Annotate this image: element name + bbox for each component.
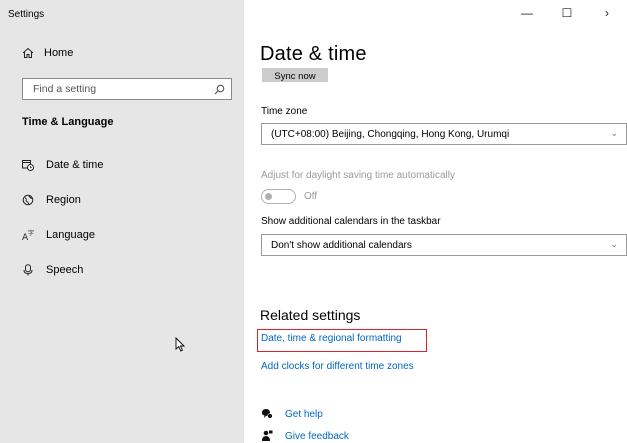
dst-toggle-label: Off (304, 191, 318, 202)
give-feedback-link[interactable]: Give feedback (261, 430, 349, 442)
search-box[interactable] (22, 78, 232, 100)
home-icon (22, 47, 34, 59)
section-title: Time & Language (22, 116, 114, 128)
chevron-down-icon: ⌄ (610, 128, 618, 138)
sidebar-item-region[interactable]: Region (22, 194, 81, 206)
sidebar-item-home[interactable]: Home (22, 47, 73, 59)
calendar-clock-icon (22, 159, 34, 171)
calendars-value: Don't show additional calendars (271, 239, 412, 251)
help-chat-icon (261, 408, 273, 420)
feedback-person-icon (261, 430, 273, 442)
language-icon: A字 (22, 229, 34, 241)
get-help-link[interactable]: Get help (261, 408, 323, 420)
time-zone-label: Time zone (261, 106, 308, 117)
give-feedback-label: Give feedback (285, 430, 349, 442)
settings-window: Settings Home Time & Language Date & tim… (0, 0, 627, 443)
app-title: Settings (8, 9, 45, 20)
toggle-knob (265, 193, 272, 200)
time-zone-dropdown[interactable]: (UTC+08:00) Beijing, Chongqing, Hong Kon… (261, 123, 627, 145)
main-content: Date & time Sync now Time zone (UTC+08:0… (244, 0, 627, 443)
sidebar-item-label: Region (46, 194, 81, 206)
sidebar-item-date-time[interactable]: Date & time (22, 159, 103, 171)
dst-label: Adjust for daylight saving time automati… (261, 170, 455, 181)
sidebar-item-home-label: Home (44, 47, 74, 59)
link-add-clocks[interactable]: Add clocks for different time zones (261, 361, 414, 372)
microphone-icon (22, 264, 34, 276)
get-help-label: Get help (285, 408, 323, 420)
chevron-down-icon: ⌄ (610, 239, 618, 249)
calendars-label: Show additional calendars in the taskbar (261, 216, 441, 227)
sidebar-item-label: Speech (46, 264, 84, 276)
sidebar-item-label: Language (46, 229, 95, 241)
dst-toggle[interactable] (261, 189, 296, 204)
search-input[interactable] (33, 83, 214, 95)
sidebar-item-language[interactable]: A字 Language (22, 229, 95, 241)
page-title: Date & time (260, 43, 367, 65)
search-icon[interactable] (214, 84, 225, 95)
time-zone-value: (UTC+08:00) Beijing, Chongqing, Hong Kon… (271, 128, 510, 140)
sidebar-item-label: Date & time (46, 159, 104, 171)
sidebar: Settings Home Time & Language Date & tim… (0, 0, 244, 443)
mouse-cursor-icon (175, 336, 186, 357)
sidebar-item-speech[interactable]: Speech (22, 264, 83, 276)
globe-icon (22, 194, 34, 206)
sync-now-button[interactable]: Sync now (262, 68, 328, 82)
related-settings-title: Related settings (260, 307, 361, 323)
link-regional-formatting[interactable]: Date, time & regional formatting (261, 333, 402, 344)
calendars-dropdown[interactable]: Don't show additional calendars ⌄ (261, 234, 627, 256)
svg-text:字: 字 (28, 229, 34, 237)
